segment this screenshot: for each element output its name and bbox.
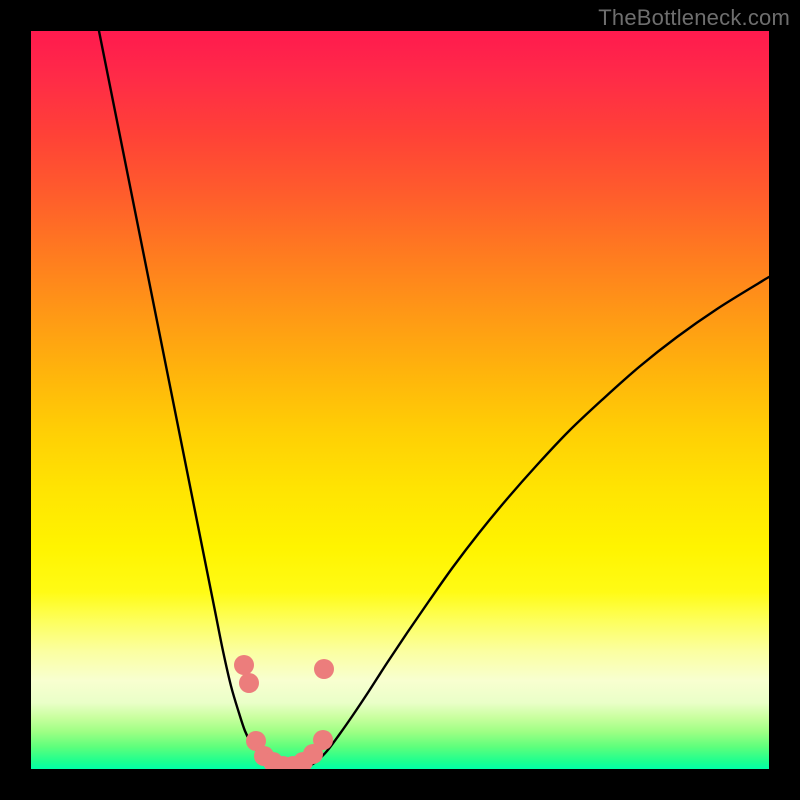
bottleneck-curve — [99, 31, 769, 769]
chart-frame: TheBottleneck.com — [0, 0, 800, 800]
marker-dot — [234, 655, 254, 675]
marker-dot — [313, 730, 333, 750]
valley-markers — [234, 655, 334, 769]
marker-dot — [314, 659, 334, 679]
watermark-text: TheBottleneck.com — [598, 5, 790, 31]
marker-dot — [239, 673, 259, 693]
curve-layer — [31, 31, 769, 769]
curve-path — [99, 31, 769, 769]
plot-area — [31, 31, 769, 769]
